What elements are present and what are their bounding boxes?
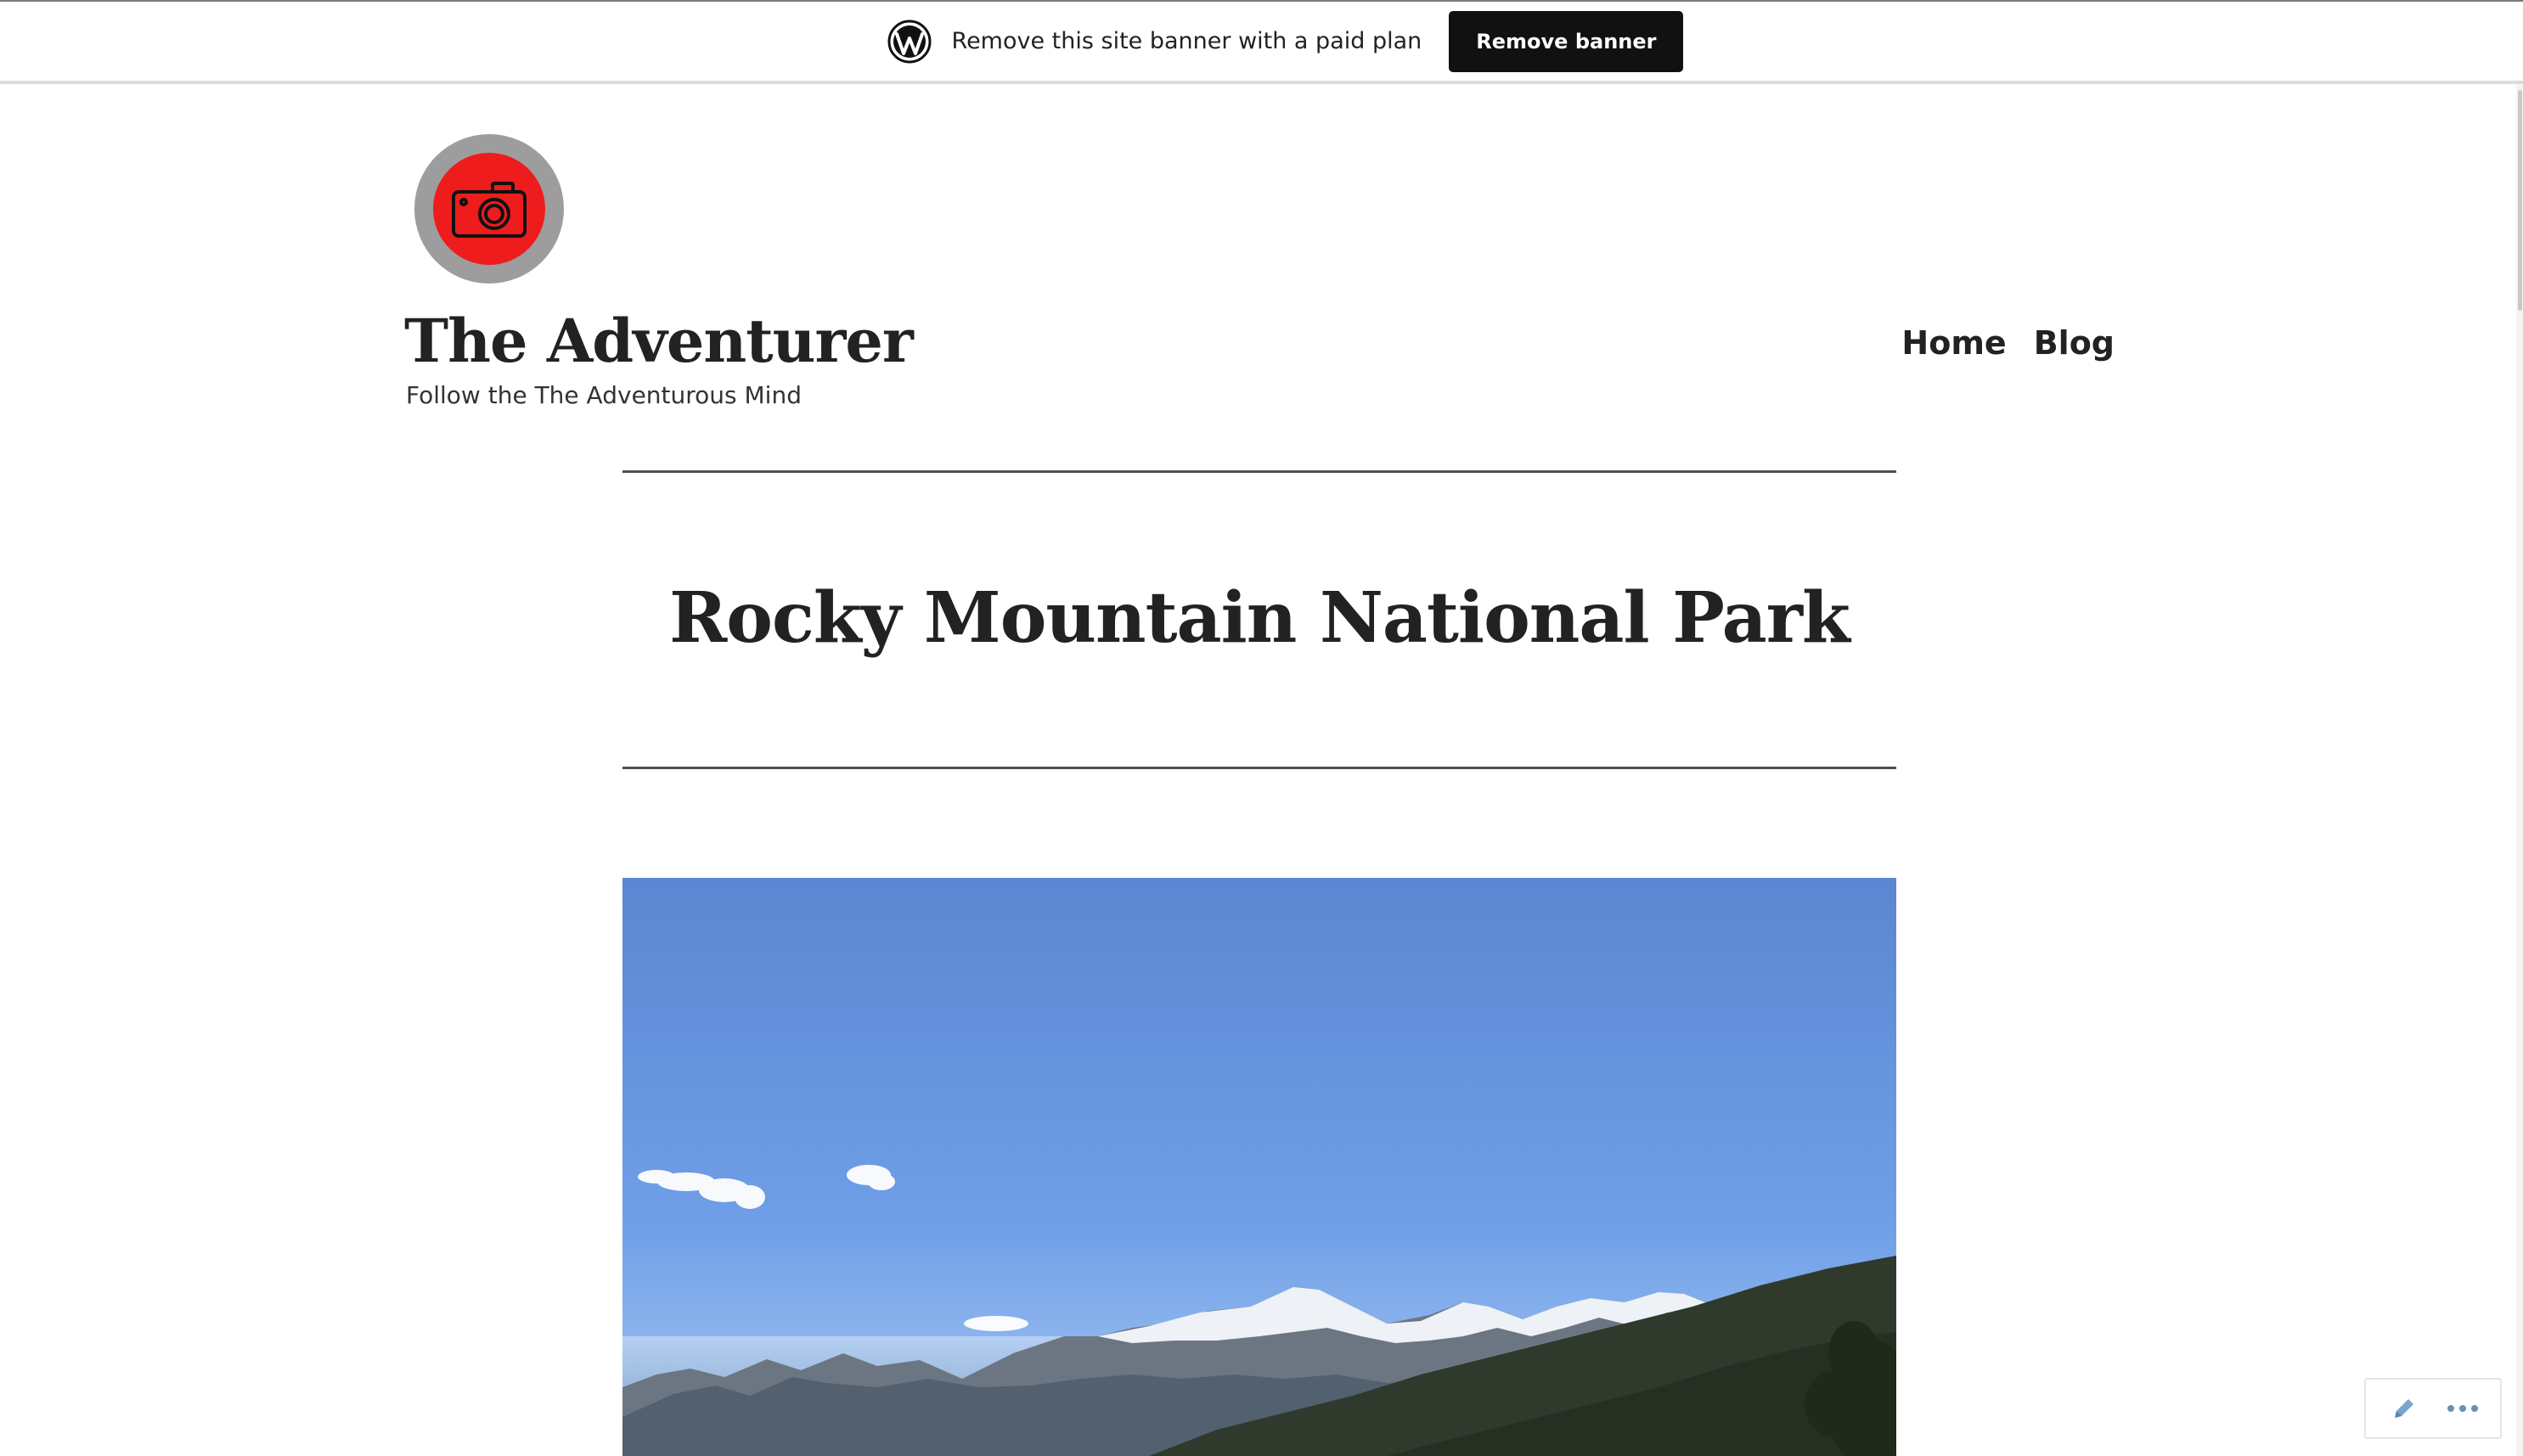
wordpress-icon (887, 20, 932, 63)
banner-message: Remove this site banner with a paid plan (951, 28, 1422, 54)
scrollbar-thumb[interactable] (2518, 90, 2522, 311)
ellipsis-icon[interactable] (2437, 1383, 2488, 1434)
site-logo-inner (433, 153, 545, 265)
camera-icon (452, 182, 527, 238)
site-banner: Remove this site banner with a paid plan… (0, 0, 2523, 84)
primary-navigation: Home Blog (1901, 324, 2115, 362)
site-logo[interactable] (414, 134, 564, 284)
nav-item-home[interactable]: Home (1901, 324, 2006, 362)
nav-item-blog[interactable]: Blog (2034, 324, 2115, 362)
divider-bottom (622, 767, 1896, 769)
site-tagline: Follow the The Adventurous Mind (406, 381, 802, 409)
post-title: Rocky Mountain National Park (669, 577, 1850, 659)
floating-action-bar (2364, 1378, 2502, 1439)
pencil-icon[interactable] (2379, 1383, 2430, 1434)
featured-image (622, 878, 1896, 1456)
banner-content: Remove this site banner with a paid plan… (887, 10, 1684, 72)
divider-top (622, 470, 1896, 473)
remove-banner-button[interactable]: Remove banner (1449, 10, 1684, 72)
site-title[interactable]: The Adventurer (404, 306, 914, 376)
